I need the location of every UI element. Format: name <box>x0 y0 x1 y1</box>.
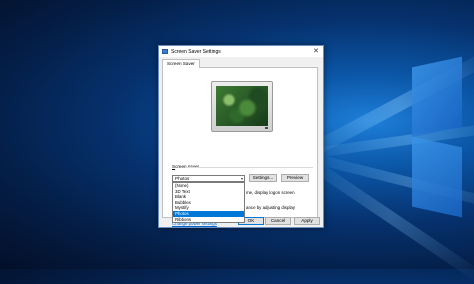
settings-button[interactable]: Settings... <box>249 174 277 182</box>
cancel-button[interactable]: Cancel <box>265 217 291 225</box>
screen-saver-select[interactable]: Photos ▾ <box>172 175 245 182</box>
group-divider <box>185 167 313 168</box>
tab-page: Screen saver Photos ▾ Settings... Previe… <box>162 67 318 226</box>
power-option-text: ance by adjusting display <box>246 205 296 210</box>
screen-saver-settings-dialog: Screen Saver Settings ✕ Screen Saver Scr… <box>158 45 324 228</box>
close-icon: ✕ <box>313 48 319 55</box>
windows-logo-pane <box>412 56 462 138</box>
window-app-icon <box>162 49 168 54</box>
monitor-power-led <box>265 127 268 129</box>
title-bar[interactable]: Screen Saver Settings ✕ <box>159 46 323 57</box>
preview-button[interactable]: Preview <box>281 174 309 182</box>
apply-button[interactable]: Apply <box>294 217 320 225</box>
logon-option-text: me, display logon screen <box>246 190 295 195</box>
tab-screen-saver[interactable]: Screen Saver <box>162 59 200 68</box>
screen-saver-preview-image <box>216 86 268 126</box>
windows-logo-pane <box>412 136 462 218</box>
screen-saver-dropdown-list: (None) 3D Text Blank Bubbles Mystify Pho… <box>172 182 245 224</box>
screen-saver-select-value: Photos <box>175 176 190 181</box>
dropdown-option[interactable]: Ribbons <box>173 217 244 223</box>
close-button[interactable]: ✕ <box>311 47 321 56</box>
window-title: Screen Saver Settings <box>171 48 221 55</box>
monitor-preview-icon <box>211 81 273 132</box>
